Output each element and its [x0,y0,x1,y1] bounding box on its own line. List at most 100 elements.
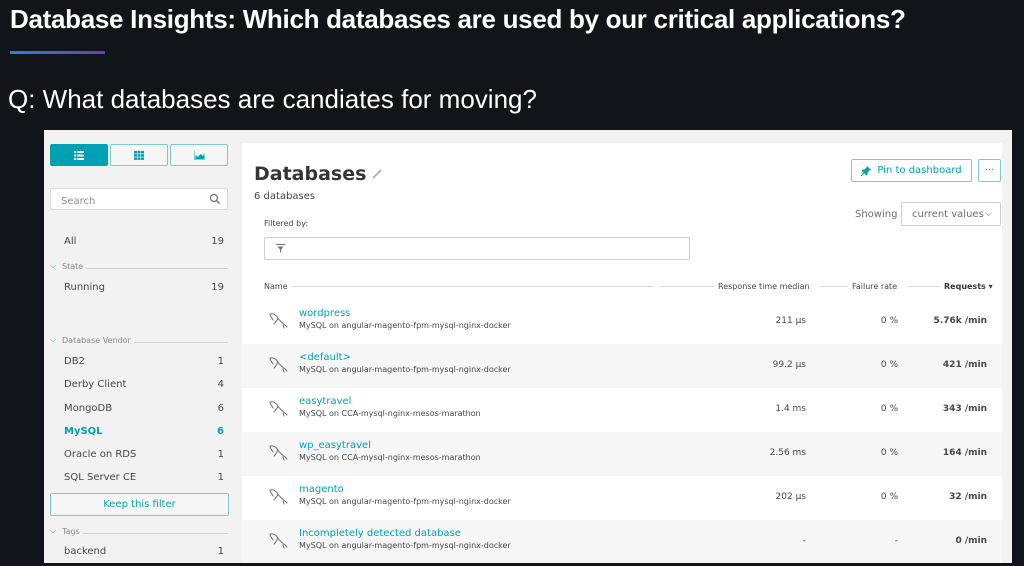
section-label: State [62,261,84,271]
section-divider [82,533,228,534]
column-header-requests[interactable]: Requests ▾ [908,282,993,291]
title-underline [10,51,105,54]
response-time-value: 202 µs [775,492,806,502]
grid-icon [134,150,144,160]
section-state[interactable]: ⌵ State [50,261,228,271]
mysql-dolphin-icon [269,533,288,549]
filter-item-count: 4 [217,379,224,390]
slide-question: Q: What databases are candiates for movi… [8,84,537,114]
filter-bar[interactable] [264,237,690,260]
database-host: MySQL on angular-magento-fpm-mysql-nginx… [299,321,511,330]
column-header-response-time[interactable]: Response time median [660,282,810,291]
failure-rate-value: 0 % [880,316,898,326]
filter-item-mysql[interactable]: MySQL 6 [64,426,224,437]
filter-item-label: Running [64,282,105,293]
filter-item-all[interactable]: All 19 [64,236,224,247]
mysql-dolphin-icon [269,357,288,373]
column-label: Requests ▾ [944,282,993,291]
database-name-link[interactable]: <default> [299,352,351,363]
section-divider [133,342,228,343]
pencil-icon[interactable] [372,169,382,179]
filter-item-mongodb[interactable]: MongoDB 6 [64,403,224,414]
requests-value: 5.76k /min [933,316,987,326]
failure-rate-value: 0 % [880,448,898,458]
mysql-dolphin-icon [269,445,288,461]
list-icon [74,150,84,160]
database-host: MySQL on angular-magento-fpm-mysql-nginx… [299,541,511,550]
chevron-down-icon: ⌵ [50,261,57,270]
response-time-value: - [802,536,806,546]
filter-item-count: 1 [217,449,224,460]
pin-label: Pin to dashboard [877,165,962,176]
header-divider [291,286,654,287]
failure-rate-value: 0 % [880,492,898,502]
failure-rate-value: 0 % [880,360,898,370]
filter-item-sql-server-ce[interactable]: SQL Server CE 1 [64,472,224,483]
filter-item-label: SQL Server CE [64,472,137,483]
filter-item-count: 1 [217,356,224,367]
section-database-vendor[interactable]: ⌵ Database Vendor [50,335,228,345]
filter-item-count: 1 [217,546,224,557]
section-label: Database Vendor [62,335,131,345]
mysql-dolphin-icon [269,401,288,417]
filter-item-backend[interactable]: backend 1 [64,546,224,557]
list-view-button[interactable] [50,144,108,166]
filter-item-oracle-on-rds[interactable]: Oracle on RDS 1 [64,449,224,460]
table-header: Name Response time median Failure rate R… [264,282,994,296]
search-icon[interactable] [209,193,221,205]
column-header-name[interactable]: Name [264,282,654,291]
table-row[interactable]: <default> MySQL on angular-magento-fpm-m… [242,344,1002,388]
header-divider [660,286,714,287]
page-title: Databases [254,163,382,185]
failure-rate-value: 0 % [880,404,898,414]
database-host: MySQL on CCA-mysql-nginx-mesos-marathon [299,453,481,462]
filter-item-derby-client[interactable]: Derby Client 4 [64,379,224,390]
filter-item-label: MongoDB [64,403,113,414]
response-time-value: 211 µs [775,316,806,326]
mysql-dolphin-icon [269,313,288,329]
pin-to-dashboard-button[interactable]: Pin to dashboard [851,159,972,182]
filter-item-db2[interactable]: DB2 1 [64,356,224,367]
table-row[interactable]: easytravel MySQL on CCA-mysql-nginx-meso… [242,388,1002,432]
database-name-link[interactable]: magento [299,484,344,495]
table-row[interactable]: Incompletely detected database MySQL on … [242,520,1002,563]
requests-value: 343 /min [942,404,987,414]
database-name-link[interactable]: easytravel [299,396,351,407]
database-name-link[interactable]: wordpress [299,308,350,319]
app-screenshot: All 19 ⌵ State Running 19 ⌵ Database Ven… [44,130,1012,563]
filter-item-label: DB2 [64,356,85,367]
database-name-link[interactable]: wp_easytravel [299,440,371,451]
search-field [50,188,228,212]
filter-sidebar: All 19 ⌵ State Running 19 ⌵ Database Ven… [44,130,242,563]
database-name-link[interactable]: Incompletely detected database [299,528,461,539]
filter-item-label: Derby Client [64,379,127,390]
page-title-text: Databases [254,163,367,185]
slide-title: Database Insights: Which databases are u… [10,4,906,34]
chevron-down-icon: ⌵ [50,335,57,344]
keep-filter-button[interactable]: Keep this filter [50,493,229,516]
requests-value: 0 /min [955,536,987,546]
database-count: 6 databases [254,191,316,202]
filter-item-running[interactable]: Running 19 [64,282,224,293]
column-header-failure-rate[interactable]: Failure rate [820,282,897,291]
filter-item-label: All [64,236,77,247]
mysql-dolphin-icon [269,489,288,505]
chevron-down-icon: ⌵ [985,209,992,219]
header-divider [820,286,848,287]
column-label: Response time median [718,282,810,291]
showing-value: current values [912,208,984,220]
response-time-value: 1.4 ms [775,404,806,414]
column-label: Name [264,282,288,291]
table-row[interactable]: wp_easytravel MySQL on CCA-mysql-nginx-m… [242,432,1002,476]
table-row[interactable]: wordpress MySQL on angular-magento-fpm-m… [242,300,1002,344]
more-options-button[interactable]: ··· [978,159,1001,182]
filtered-by-label: Filtered by: [264,219,309,228]
chart-view-button[interactable] [170,144,228,166]
database-host: MySQL on angular-magento-fpm-mysql-nginx… [299,365,511,374]
grid-view-button[interactable] [110,144,168,166]
table-row[interactable]: magento MySQL on angular-magento-fpm-mys… [242,476,1002,520]
search-input[interactable] [51,191,201,212]
filter-item-count: 19 [211,236,224,247]
section-tags[interactable]: ⌵ Tags [50,526,228,536]
showing-dropdown[interactable]: current values ⌵ [901,202,1001,226]
